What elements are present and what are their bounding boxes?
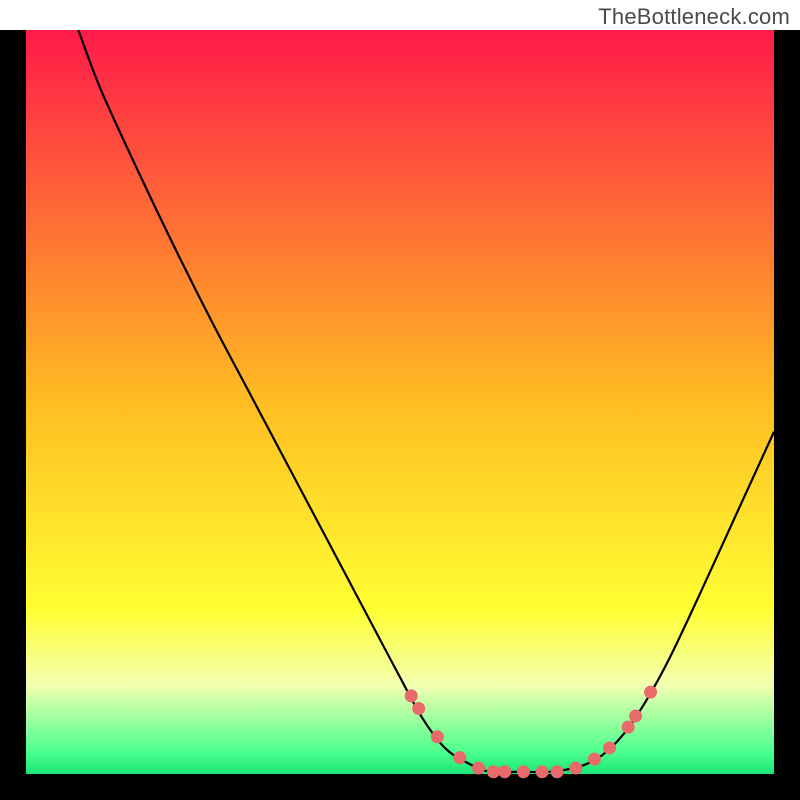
- chart-svg: [0, 30, 800, 800]
- data-point: [453, 751, 466, 764]
- data-point: [629, 709, 642, 722]
- data-point: [487, 765, 500, 778]
- data-point: [569, 762, 582, 775]
- data-point: [603, 741, 616, 754]
- data-point: [536, 765, 549, 778]
- data-point: [517, 765, 530, 778]
- data-point: [412, 702, 425, 715]
- plot-area: [26, 30, 774, 774]
- bottleneck-chart: [0, 30, 800, 800]
- data-point: [644, 686, 657, 699]
- data-point: [405, 689, 418, 702]
- watermark-text: TheBottleneck.com: [598, 4, 790, 30]
- data-point: [588, 753, 601, 766]
- data-point: [472, 762, 485, 775]
- data-point: [622, 721, 635, 734]
- data-point: [431, 730, 444, 743]
- data-point: [551, 765, 564, 778]
- data-point: [498, 765, 511, 778]
